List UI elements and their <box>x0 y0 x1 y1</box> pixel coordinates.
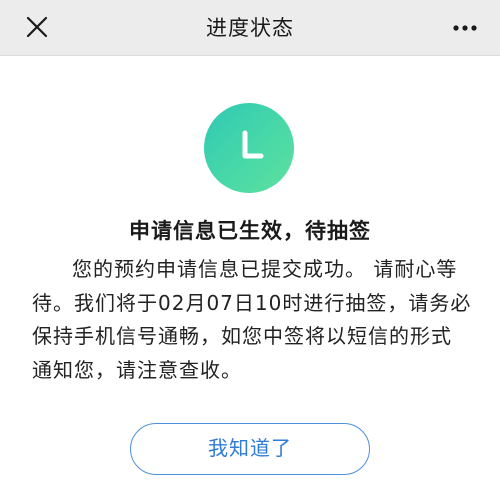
confirm-button[interactable]: 我知道了 <box>130 423 370 475</box>
status-message: 您的预约申请信息已提交成功。 请耐心等待。我们将于02月07日10时进行抽签，请… <box>32 257 472 382</box>
nav-bar: 进度状态 <box>0 0 500 56</box>
more-icon[interactable] <box>450 14 480 42</box>
clock-icon <box>204 103 294 193</box>
page-title: 进度状态 <box>206 16 294 40</box>
status-heading: 申请信息已生效，待抽签 <box>129 219 371 243</box>
status-panel: 申请信息已生效，待抽签 您的预约申请信息已提交成功。 请耐心等待。我们将于02月… <box>0 56 500 501</box>
